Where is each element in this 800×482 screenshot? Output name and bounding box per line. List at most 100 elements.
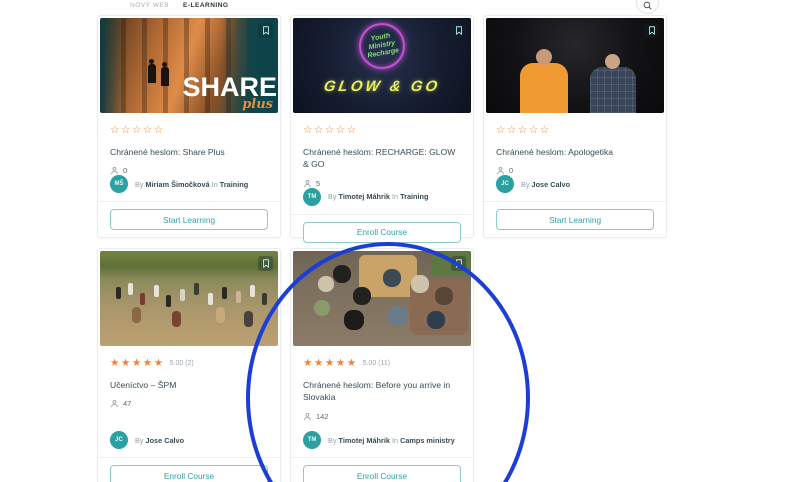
author-category: Training xyxy=(400,192,429,202)
author-avatar: MŠ xyxy=(110,175,128,194)
author-row: TM By Timotej Máhrik In Camps ministry xyxy=(303,431,461,457)
star-rating: ★★★★★ xyxy=(110,358,165,369)
author-line: By Timotej Máhrik In Camps ministry xyxy=(328,435,455,445)
author-name: Jose Calvo xyxy=(145,435,185,445)
author-avatar: TM xyxy=(303,431,321,449)
author-avatar: JC xyxy=(496,175,514,194)
bookmark-icon xyxy=(648,26,656,35)
course-image xyxy=(486,18,664,113)
course-card: Youth Ministry Recharge GLOW & GO ☆☆☆☆☆ C… xyxy=(290,15,474,243)
course-title[interactable]: Učeníctvo – ŠPM xyxy=(110,379,268,391)
star-filled-icon: ★ xyxy=(335,356,347,369)
bookmark-button[interactable] xyxy=(258,256,273,271)
person-icon xyxy=(303,412,312,421)
author-line: By Jose Calvo xyxy=(521,179,571,189)
author-category: Training xyxy=(219,179,249,189)
author-name: Timotej Máhrik xyxy=(338,192,390,202)
course-card: ☆☆☆☆☆ Chránené heslom: Apologetika 0 JC … xyxy=(483,15,667,238)
bookmark-icon xyxy=(262,259,270,268)
course-card-body: ☆☆☆☆☆ Chránené heslom: RECHARGE: GLOW & … xyxy=(291,115,473,214)
sofa-shape xyxy=(410,279,468,335)
star-empty-icon: ☆ xyxy=(131,123,143,136)
image-title-text: GLOW & GO xyxy=(322,78,442,95)
enroll-button[interactable]: Start Learning xyxy=(110,209,268,231)
course-card-footer: Start Learning xyxy=(484,201,666,237)
star-rating: ☆☆☆☆☆ xyxy=(110,125,165,136)
star-empty-icon: ☆ xyxy=(110,123,121,136)
enrolled-row: 0 xyxy=(110,166,268,175)
star-empty-icon: ☆ xyxy=(496,123,507,136)
bookmark-icon xyxy=(455,26,463,35)
enrolled-row: 0 xyxy=(496,166,654,175)
bookmark-icon xyxy=(262,26,270,35)
star-empty-icon: ☆ xyxy=(120,123,132,136)
star-empty-icon: ☆ xyxy=(346,123,358,136)
author-category: Camps ministry xyxy=(400,435,455,445)
star-filled-icon: ★ xyxy=(110,356,121,369)
bookmark-button[interactable] xyxy=(258,23,273,38)
author-line: By Timotej Máhrik In Training xyxy=(328,192,429,202)
search-button[interactable] xyxy=(636,0,659,14)
star-filled-icon: ★ xyxy=(131,356,143,369)
course-card-footer: Enroll Course xyxy=(291,213,473,250)
enrolled-count: 0 xyxy=(123,166,128,176)
star-filled-icon: ★ xyxy=(120,356,132,369)
enroll-button[interactable]: Enroll Course xyxy=(303,221,461,243)
enroll-button[interactable]: Enroll Course xyxy=(303,465,461,482)
course-title[interactable]: Chránené heslom: Apologetika xyxy=(496,146,654,158)
star-rating: ★★★★★ xyxy=(303,358,358,369)
enroll-button[interactable]: Start Learning xyxy=(496,209,654,231)
nav-item-elearning[interactable]: E-LEARNING xyxy=(183,2,228,9)
rating-value: 5.00 (11) xyxy=(362,359,391,367)
rating-value: 5.00 (2) xyxy=(169,359,194,367)
star-rating: ☆☆☆☆☆ xyxy=(303,125,358,136)
rating-row: ☆☆☆☆☆ xyxy=(110,124,268,136)
person-icon xyxy=(496,166,505,175)
author-avatar: JC xyxy=(110,431,128,449)
recharge-logo: Youth Ministry Recharge xyxy=(355,19,409,73)
person-icon xyxy=(110,166,119,175)
author-name: Timotej Máhrik xyxy=(338,435,390,445)
course-grid: SHARE plus ☆☆☆☆☆ Chránené heslom: Share P… xyxy=(97,15,667,482)
course-card-footer: Enroll Course xyxy=(98,457,280,482)
course-card-body: ★★★★★ 5.00 (11) Chránené heslom: Before … xyxy=(291,348,473,457)
author-name: Miriam Šimočková xyxy=(145,179,210,189)
person-figure-left xyxy=(520,49,568,113)
rating-row: ☆☆☆☆☆ xyxy=(303,124,461,136)
course-card-body: ☆☆☆☆☆ Chránené heslom: Share Plus 0 MŠ B… xyxy=(98,115,280,201)
logo-text: Youth Ministry Recharge xyxy=(366,32,400,60)
star-filled-icon: ★ xyxy=(142,356,154,369)
rating-row: ☆☆☆☆☆ xyxy=(496,124,654,136)
course-title[interactable]: Chránené heslom: Share Plus xyxy=(110,146,268,158)
bookmark-button[interactable] xyxy=(451,23,466,38)
crowd-figures xyxy=(100,251,105,263)
course-card-body: ☆☆☆☆☆ Chránené heslom: Apologetika 0 JC … xyxy=(484,115,666,201)
author-name: Jose Calvo xyxy=(531,179,571,189)
silhouette-figures xyxy=(148,59,156,83)
bookmark-button[interactable] xyxy=(451,256,466,271)
star-rating: ☆☆☆☆☆ xyxy=(496,125,551,136)
star-empty-icon: ☆ xyxy=(517,123,529,136)
nav-item-novy-web[interactable]: NOVÝ WEB xyxy=(130,2,169,9)
star-empty-icon: ☆ xyxy=(506,123,518,136)
author-row: TM By Timotej Máhrik In Training xyxy=(303,187,461,214)
enroll-button[interactable]: Enroll Course xyxy=(110,465,268,482)
course-title[interactable]: Chránené heslom: RECHARGE: GLOW & GO xyxy=(303,146,461,171)
course-image: SHARE plus xyxy=(100,18,278,113)
enrolled-count: 0 xyxy=(509,166,514,176)
author-row: JC By Jose Calvo xyxy=(110,431,268,457)
enrolled-row: 47 xyxy=(110,399,268,408)
course-card: SHARE plus ☆☆☆☆☆ Chránené heslom: Share P… xyxy=(97,15,281,238)
course-image xyxy=(100,251,278,346)
enrolled-count: 47 xyxy=(123,399,132,409)
bookmark-button[interactable] xyxy=(644,23,659,38)
star-filled-icon: ★ xyxy=(346,356,358,369)
course-image xyxy=(293,251,471,346)
group-figures xyxy=(293,251,299,257)
star-filled-icon: ★ xyxy=(303,356,314,369)
top-navigation: NOVÝ WEB E-LEARNING xyxy=(130,2,229,9)
star-filled-icon: ★ xyxy=(153,356,165,369)
course-title[interactable]: Chránené heslom: Before you arrive in Sl… xyxy=(303,379,461,404)
rating-row: ★★★★★ 5.00 (11) xyxy=(303,357,461,369)
enrolled-count: 142 xyxy=(316,411,329,421)
